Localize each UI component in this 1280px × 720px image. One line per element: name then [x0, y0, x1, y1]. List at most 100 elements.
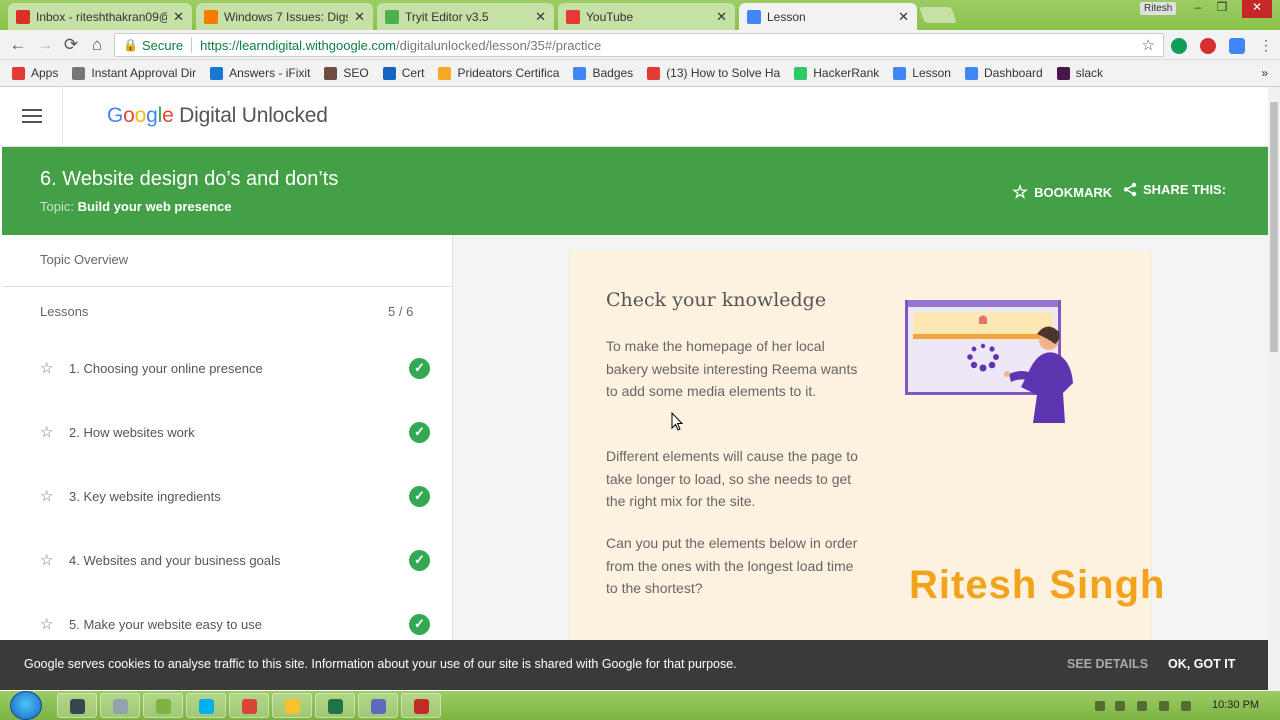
tray-overflow-icon[interactable]	[1095, 701, 1105, 711]
scrollbar-thumb[interactable]	[1270, 102, 1278, 352]
lesson-item[interactable]: ☆ 1. Choosing your online presence ✓	[40, 353, 430, 383]
topic-label: Topic:	[40, 199, 74, 214]
star-outline-icon[interactable]: ☆	[40, 551, 56, 569]
bookmark-item[interactable]: Dashboard	[964, 66, 1043, 80]
google-icon	[573, 66, 587, 80]
close-tab-icon[interactable]: ✕	[535, 9, 546, 25]
reload-icon[interactable]: ⟳	[61, 35, 81, 55]
star-outline-icon[interactable]: ☆	[40, 615, 56, 633]
bookmark-item[interactable]: slack	[1056, 66, 1103, 80]
see-details-button[interactable]: SEE DETAILS	[1067, 657, 1148, 671]
hamburger-menu-icon[interactable]	[22, 109, 42, 125]
translate-extension-icon[interactable]	[1229, 38, 1245, 54]
browser-menu-icon[interactable]: ⋮	[1256, 35, 1276, 55]
close-tab-icon[interactable]: ✕	[354, 9, 365, 25]
lesson-title: 6. Website design do’s and don’ts	[40, 168, 339, 190]
taskbar-app-8[interactable]	[358, 693, 398, 718]
taskbar-excel[interactable]	[315, 693, 355, 718]
seo-icon	[324, 66, 338, 80]
topic-overview-link[interactable]: Topic Overview	[40, 252, 128, 267]
forward-arrow-icon[interactable]: →	[35, 35, 55, 55]
action-center-flag-icon[interactable]	[1159, 701, 1169, 711]
bookmark-star-icon[interactable]: ☆	[1142, 36, 1155, 54]
tab-title: Inbox - riteshthakran09@	[36, 9, 168, 24]
bookmark-item[interactable]: Prideators Certifica	[438, 66, 559, 80]
youtube-icon	[566, 9, 580, 24]
cookie-message: Google serves cookies to analyse traffic…	[24, 657, 737, 671]
lesson-item[interactable]: ☆ 5. Make your website easy to use ✓	[40, 609, 430, 639]
page-scrollbar[interactable]	[1268, 87, 1280, 691]
address-bar[interactable]: 🔒 Secure https://learndigital.withgoogle…	[114, 33, 1164, 57]
home-icon[interactable]: ⌂	[87, 35, 107, 55]
lock-icon: 🔒	[123, 38, 138, 52]
star-outline-icon[interactable]: ☆	[40, 487, 56, 505]
google-icon	[747, 9, 761, 24]
ok-got-it-button[interactable]: OK, GOT IT	[1168, 657, 1235, 671]
site-header: Google Digital Unlocked	[0, 87, 1268, 147]
star-outline-icon[interactable]: ☆	[40, 359, 56, 377]
bookmark-item[interactable]: Cert	[382, 66, 424, 80]
browser-tab[interactable]: YouTube ✕	[558, 3, 735, 30]
taskbar-app-2[interactable]	[100, 693, 140, 718]
topic-value[interactable]: Build your web presence	[78, 199, 232, 214]
taskbar-explorer[interactable]	[272, 693, 312, 718]
taskbar-clock[interactable]: 10:30 PM	[1212, 699, 1259, 711]
taskbar-recorder[interactable]	[401, 693, 441, 718]
browser-toolbar: ← → ⟳ ⌂ 🔒 Secure https://learndigital.wi…	[0, 30, 1280, 60]
share-button[interactable]: SHARE THIS:	[1123, 182, 1226, 197]
bookmark-item[interactable]: Lesson	[893, 66, 951, 80]
close-tab-icon[interactable]: ✕	[898, 9, 909, 25]
taskbar-app-1[interactable]	[57, 693, 97, 718]
google-digital-unlocked-logo[interactable]: Google Digital Unlocked	[107, 104, 328, 128]
logo-letter: G	[107, 104, 124, 127]
taskbar-skype[interactable]	[186, 693, 226, 718]
bookmark-item[interactable]: Instant Approval Dir	[72, 66, 196, 80]
bookmark-label: Instant Approval Dir	[91, 66, 197, 80]
completed-check-icon: ✓	[409, 549, 430, 571]
bookmark-button[interactable]: ☆ BOOKMARK	[1012, 182, 1112, 203]
taskbar-skype-icon	[199, 699, 214, 714]
url-host: https://learndigital.withgoogle.com	[200, 37, 396, 53]
lesson-item[interactable]: ☆ 2. How websites work ✓	[40, 417, 430, 447]
bookmark-item[interactable]: Answers - iFixit	[210, 66, 310, 80]
star-outline-icon[interactable]: ☆	[40, 423, 56, 441]
close-tab-icon[interactable]: ✕	[173, 9, 184, 25]
maximize-button[interactable]: ❐	[1210, 0, 1234, 18]
network-signal-icon[interactable]	[1181, 701, 1191, 711]
browser-tab[interactable]: Inbox - riteshthakran09@ ✕	[8, 3, 192, 30]
grammarly-extension-icon[interactable]	[1171, 38, 1187, 54]
taskbar-chrome-icon	[242, 699, 257, 714]
apps-icon	[12, 66, 25, 80]
taskbar-recorder-icon	[414, 699, 429, 714]
bookmark-item[interactable]: Badges	[573, 66, 633, 80]
volume-icon[interactable]	[1137, 701, 1147, 711]
profile-badge[interactable]: Ritesh	[1140, 2, 1177, 15]
tab-title: Tryit Editor v3.5	[405, 9, 489, 24]
taskbar-chrome[interactable]	[229, 693, 269, 718]
youtube-icon	[647, 66, 661, 80]
bookmark-item[interactable]: Apps	[12, 66, 58, 80]
bookmark-item[interactable]: (13) How to Solve Ha	[647, 66, 780, 80]
bookmark-item[interactable]: SEO	[324, 66, 369, 80]
taskbar-app-3[interactable]	[143, 693, 183, 718]
close-tab-icon[interactable]: ✕	[716, 9, 727, 25]
bookmarks-overflow-icon[interactable]: »	[1261, 66, 1268, 80]
close-window-button[interactable]: ✕	[1242, 0, 1272, 18]
browser-tab[interactable]: Lesson ✕	[739, 3, 917, 30]
lessons-heading: Lessons	[40, 304, 89, 319]
lesson-item[interactable]: ☆ 3. Key website ingredients ✓	[40, 481, 430, 511]
bookmark-item[interactable]: HackerRank	[794, 66, 879, 80]
new-tab-button[interactable]	[919, 7, 957, 23]
browser-tab[interactable]: Windows 7 Issues: Digsb ✕	[196, 3, 373, 30]
w3schools-icon	[385, 9, 399, 24]
browser-tab[interactable]: Tryit Editor v3.5 ✕	[377, 3, 554, 30]
gmail-icon	[16, 9, 30, 24]
back-arrow-icon[interactable]: ←	[8, 35, 28, 55]
minimize-button[interactable]: –	[1186, 0, 1210, 18]
windows-start-button[interactable]	[10, 691, 42, 720]
lesson-item[interactable]: ☆ 4. Websites and your business goals ✓	[40, 545, 430, 575]
bookmark-label: Answers - iFixit	[229, 66, 311, 80]
notification-extension-icon[interactable]	[1200, 38, 1216, 54]
address-separator	[191, 37, 193, 53]
tray-app-icon[interactable]	[1115, 701, 1125, 711]
